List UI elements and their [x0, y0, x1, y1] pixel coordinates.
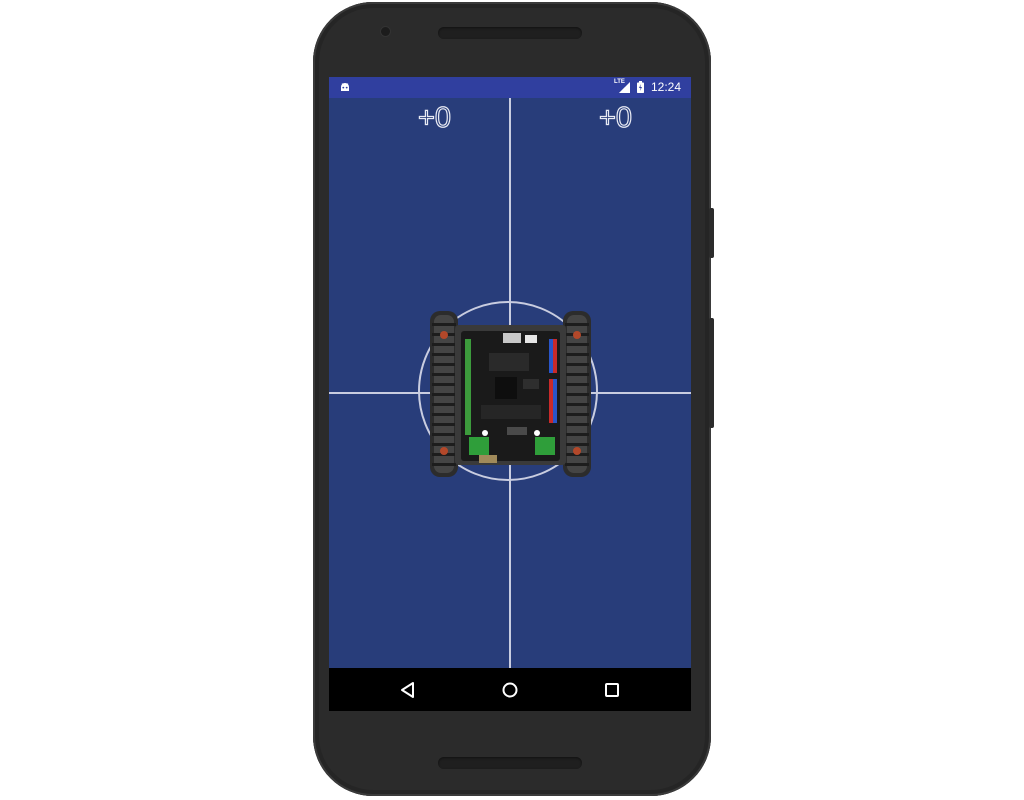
front-camera — [381, 27, 390, 36]
joystick-area[interactable]: +0 +0 — [329, 98, 691, 668]
bottom-speaker-grille — [438, 757, 582, 769]
top-speaker-grille — [438, 27, 582, 39]
stage: LTE 12:24 +0 +0 — [0, 0, 1024, 800]
left-counter: +0 — [417, 101, 452, 134]
robot-joystick-handle[interactable] — [429, 309, 592, 479]
power-button — [709, 208, 714, 258]
status-bar: LTE 12:24 — [329, 77, 691, 98]
right-counter: +0 — [598, 101, 633, 134]
battery-icon — [637, 81, 644, 93]
home-icon[interactable] — [498, 678, 522, 702]
phone-screen: LTE 12:24 +0 +0 — [329, 77, 691, 711]
signal-icon — [619, 82, 630, 93]
recents-icon[interactable] — [600, 678, 624, 702]
left-track — [430, 311, 458, 477]
right-track — [563, 311, 591, 477]
status-time: 12:24 — [651, 80, 682, 94]
volume-button — [709, 318, 714, 428]
back-icon[interactable] — [396, 678, 420, 702]
navigation-bar — [329, 668, 691, 711]
android-icon — [341, 83, 349, 91]
controller-board — [461, 331, 560, 463]
